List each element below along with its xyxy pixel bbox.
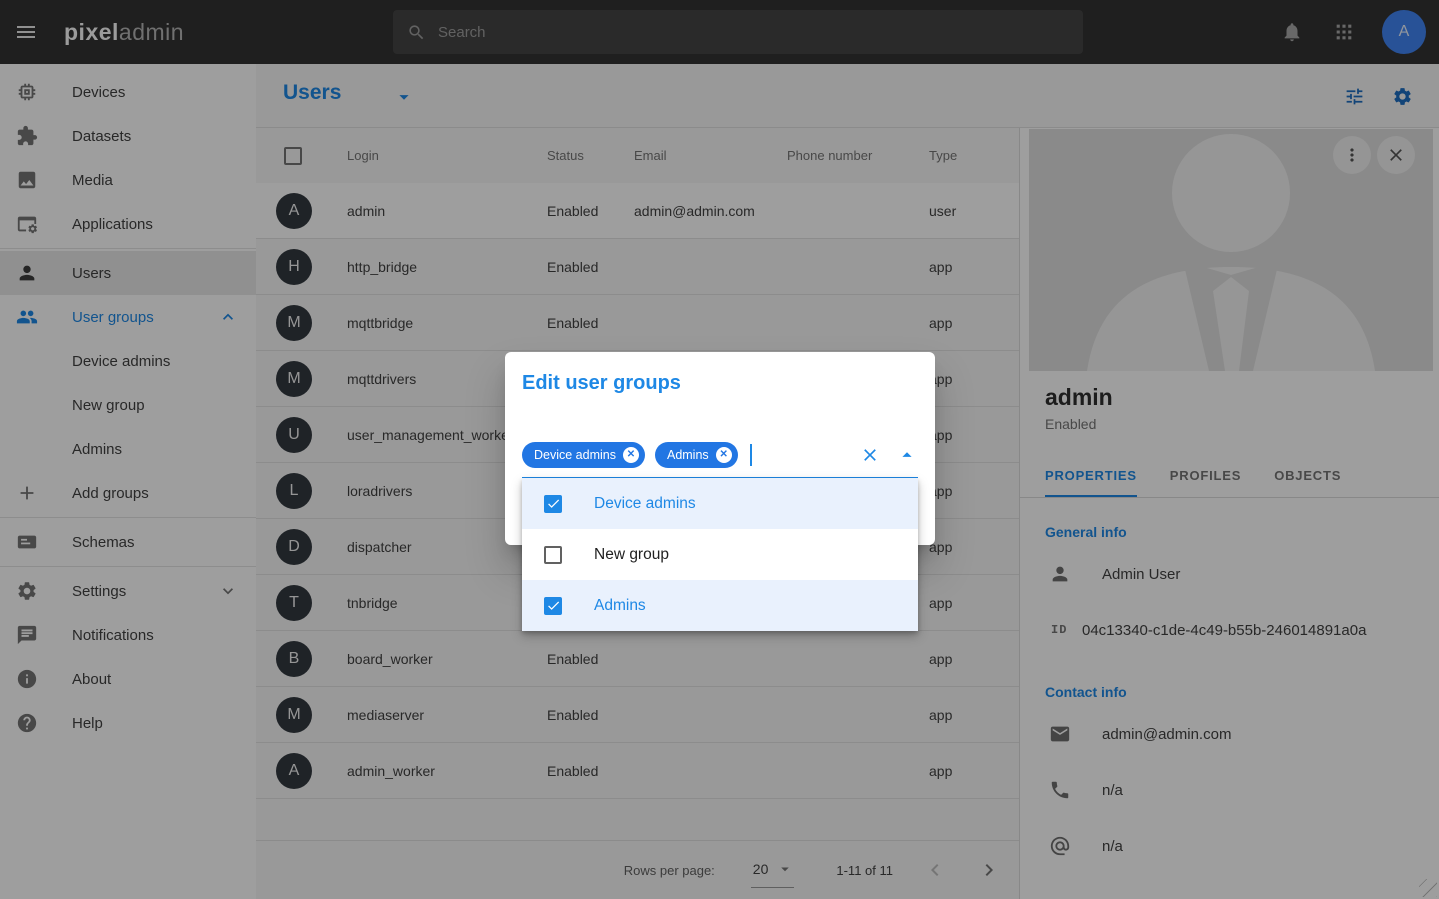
chip-label: Device admins	[534, 448, 616, 462]
input-actions	[860, 439, 918, 471]
option-label: New group	[594, 546, 669, 564]
group-option[interactable]: New group	[522, 529, 918, 580]
clear-selection-icon[interactable]	[860, 445, 880, 465]
group-chip[interactable]: Admins ✕	[655, 442, 738, 468]
group-options-dropdown: Device admins New group Admins	[522, 478, 918, 631]
option-label: Admins	[594, 597, 646, 615]
chip-remove-icon[interactable]: ✕	[716, 447, 732, 463]
dialog-title: Edit user groups	[522, 372, 681, 395]
chip-label: Admins	[667, 448, 709, 462]
group-chip[interactable]: Device admins ✕	[522, 442, 645, 468]
checkbox-unchecked-icon[interactable]	[544, 546, 562, 564]
group-option[interactable]: Device admins	[522, 478, 918, 529]
checkbox-checked-icon[interactable]	[544, 597, 562, 615]
collapse-dropdown-icon[interactable]	[896, 444, 918, 466]
checkbox-checked-icon[interactable]	[544, 495, 562, 513]
chip-remove-icon[interactable]: ✕	[623, 447, 639, 463]
text-cursor	[750, 444, 752, 466]
option-label: Device admins	[594, 495, 696, 513]
group-option[interactable]: Admins	[522, 580, 918, 631]
groups-chip-input[interactable]: Device admins ✕ Admins ✕	[522, 439, 918, 471]
